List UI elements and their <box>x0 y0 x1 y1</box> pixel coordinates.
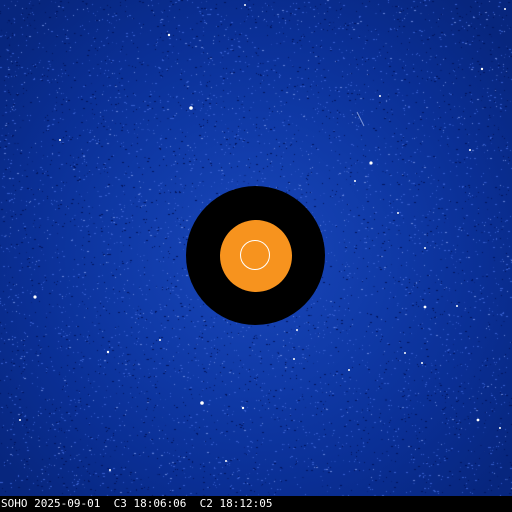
star-dot <box>167 33 171 37</box>
star-dot <box>456 305 458 307</box>
star-dot <box>244 4 246 6</box>
star-dot <box>469 149 471 151</box>
star-dot <box>504 8 506 10</box>
caption-bar: SOHO 2025-09-01 C3 18:06:06 C2 18:12:05 <box>0 496 512 512</box>
star-dot <box>404 352 406 354</box>
star-dot <box>499 427 501 429</box>
star-dot <box>379 95 381 97</box>
star-dot <box>348 369 350 371</box>
star-dot <box>424 247 426 249</box>
star-dot <box>296 329 298 331</box>
star-streak <box>356 111 365 127</box>
caption-text: SOHO 2025-09-01 C3 18:06:06 C2 18:12:05 <box>1 497 273 510</box>
star-dot <box>476 418 480 422</box>
star-dot <box>354 180 356 182</box>
sun-limb-circle <box>240 240 270 270</box>
star-dot <box>369 161 373 165</box>
star-dot <box>19 419 21 421</box>
star-dot <box>109 469 111 471</box>
star-dot <box>423 305 427 309</box>
star-dot <box>397 212 399 214</box>
star-dot <box>33 295 37 299</box>
star-dot <box>480 67 484 71</box>
star-dot <box>200 401 204 405</box>
star-dot <box>159 339 161 341</box>
star-dot <box>189 106 193 110</box>
star-dot <box>293 358 295 360</box>
star-dot <box>106 350 110 354</box>
star-dot <box>241 406 245 410</box>
coronagraph-image: SOHO 2025-09-01 C3 18:06:06 C2 18:12:05 <box>0 0 512 512</box>
star-dot <box>421 362 423 364</box>
star-dot <box>59 139 61 141</box>
star-dot <box>225 460 227 462</box>
